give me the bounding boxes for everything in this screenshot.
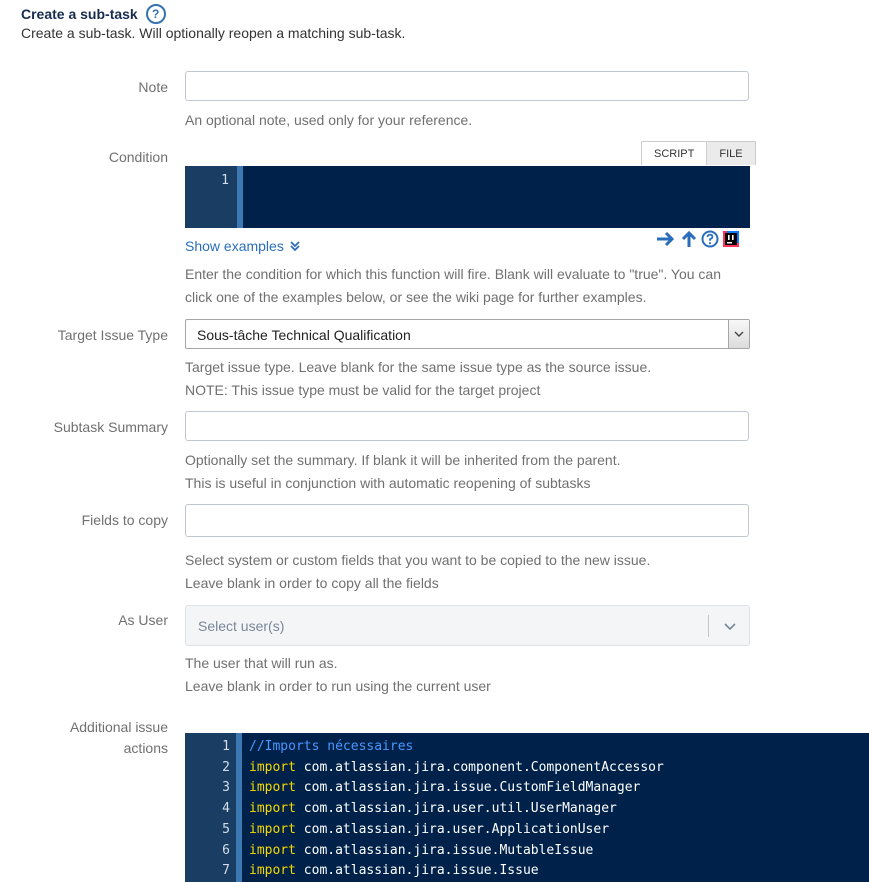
as-user-select[interactable]: Select user(s) [185, 605, 750, 646]
fields-to-copy-description: Select system or custom fields that you … [185, 549, 650, 595]
tab-file[interactable]: FILE [707, 141, 756, 165]
note-label: Note [138, 79, 168, 95]
fields-to-copy-description-line1: Select system or custom fields that you … [185, 552, 651, 568]
line-number: 4 [222, 801, 230, 816]
code-comment: //Imports nécessaires [249, 739, 414, 754]
editor-gutter: 1 [185, 166, 237, 228]
show-examples-link[interactable]: Show examples [185, 238, 300, 254]
line-number: 1 [221, 173, 229, 188]
additional-actions-code-editor[interactable]: 1 //Imports nécessaires 2 import com.atlass… [185, 733, 869, 882]
double-chevron-down-icon [290, 241, 300, 252]
condition-description-line2: click one of the examples below, or see … [185, 289, 647, 305]
code-line: import com.atlassian.jira.issue.CustomFi… [249, 780, 640, 795]
select-divider [708, 615, 709, 637]
page-title-row: Create a sub-task ? [21, 4, 166, 24]
code-keyword: import [249, 843, 296, 858]
as-user-description-line1: The user that will run as. [185, 655, 338, 671]
code-line: //Imports nécessaires [249, 739, 413, 754]
code-text: com.atlassian.jira.issue.MutableIssue [295, 843, 594, 858]
condition-description-line1: Enter the condition for which this funct… [185, 266, 722, 282]
additional-actions-label: Additional issue actions [0, 717, 168, 759]
line-number: 7 [222, 863, 230, 878]
code-text: com.atlassian.jira.issue.CustomFieldMana… [295, 780, 641, 795]
target-issue-type-select[interactable]: Sous-tâche Technical Qualification [185, 319, 750, 349]
target-issue-type-description-line2: NOTE: This issue type must be valid for … [185, 382, 541, 398]
page-subtitle: Create a sub-task. Will optionally reope… [21, 25, 406, 41]
subtask-summary-label: Subtask Summary [53, 419, 168, 435]
code-line: import com.atlassian.jira.component.Comp… [249, 760, 664, 775]
arrow-right-icon[interactable] [655, 230, 677, 248]
tab-script[interactable]: SCRIPT [641, 141, 708, 165]
as-user-label: As User [118, 612, 168, 628]
target-issue-type-label: Target Issue Type [57, 327, 168, 343]
additional-actions-label-line2: actions [123, 740, 168, 756]
code-line: import com.atlassian.jira.issue.Issue [249, 863, 539, 878]
arrow-up-icon[interactable] [680, 230, 698, 248]
target-issue-type-value: Sous-tâche Technical Qualification [197, 327, 411, 343]
line-number: 3 [222, 780, 230, 795]
editor-gutter-bar [236, 733, 242, 882]
line-number: 2 [222, 760, 230, 775]
subtask-summary-description-line2: This is useful in conjunction with autom… [185, 475, 591, 491]
condition-code-editor[interactable]: 1 [185, 166, 750, 228]
subtask-summary-description-line1: Optionally set the summary. If blank it … [185, 452, 621, 468]
line-number: 1 [222, 739, 230, 754]
code-text: com.atlassian.jira.component.ComponentAc… [295, 760, 664, 775]
fields-to-copy-label: Fields to copy [81, 512, 168, 528]
code-line: import com.atlassian.jira.issue.MutableI… [249, 843, 593, 858]
as-user-description-line2: Leave blank in order to run using the cu… [185, 678, 491, 694]
select-dropdown-button[interactable] [728, 320, 749, 348]
chevron-down-icon [734, 331, 744, 337]
as-user-placeholder: Select user(s) [198, 618, 285, 634]
intellij-icon[interactable] [722, 230, 740, 248]
page-title: Create a sub-task [21, 6, 138, 22]
editor-toolbar [655, 230, 740, 248]
line-number: 6 [222, 843, 230, 858]
condition-label: Condition [108, 149, 168, 165]
target-issue-type-description: Target issue type. Leave blank for the s… [185, 356, 651, 402]
code-line: import com.atlassian.jira.user.Applicati… [249, 822, 609, 837]
code-line: import com.atlassian.jira.user.util.User… [249, 801, 617, 816]
code-keyword: import [249, 780, 296, 795]
code-keyword: import [249, 822, 296, 837]
code-keyword: import [249, 863, 296, 878]
fields-to-copy-description-line2: Leave blank in order to copy all the fie… [185, 575, 439, 591]
code-text: com.atlassian.jira.issue.Issue [295, 863, 539, 878]
condition-description: Enter the condition for which this funct… [185, 263, 721, 309]
code-text: com.atlassian.jira.user.util.UserManager [295, 801, 617, 816]
subtask-summary-input[interactable] [185, 411, 749, 441]
code-text: com.atlassian.jira.user.ApplicationUser [295, 822, 610, 837]
as-user-description: The user that will run as. Leave blank i… [185, 652, 491, 698]
note-input[interactable] [185, 71, 749, 101]
chevron-down-icon[interactable] [722, 618, 738, 634]
fields-to-copy-input[interactable] [185, 504, 749, 537]
condition-tabs: SCRIPT FILE [641, 141, 756, 165]
code-keyword: import [249, 801, 296, 816]
help-icon[interactable] [701, 230, 719, 248]
help-icon[interactable]: ? [145, 4, 166, 24]
show-examples-label: Show examples [185, 238, 284, 254]
code-keyword: import [249, 760, 296, 775]
additional-actions-label-line1: Additional issue [69, 719, 168, 735]
subtask-summary-description: Optionally set the summary. If blank it … [185, 449, 621, 495]
note-description: An optional note, used only for your ref… [185, 112, 473, 128]
line-number: 5 [222, 822, 230, 837]
editor-gutter-bar [237, 166, 243, 228]
target-issue-type-description-line1: Target issue type. Leave blank for the s… [185, 359, 652, 375]
